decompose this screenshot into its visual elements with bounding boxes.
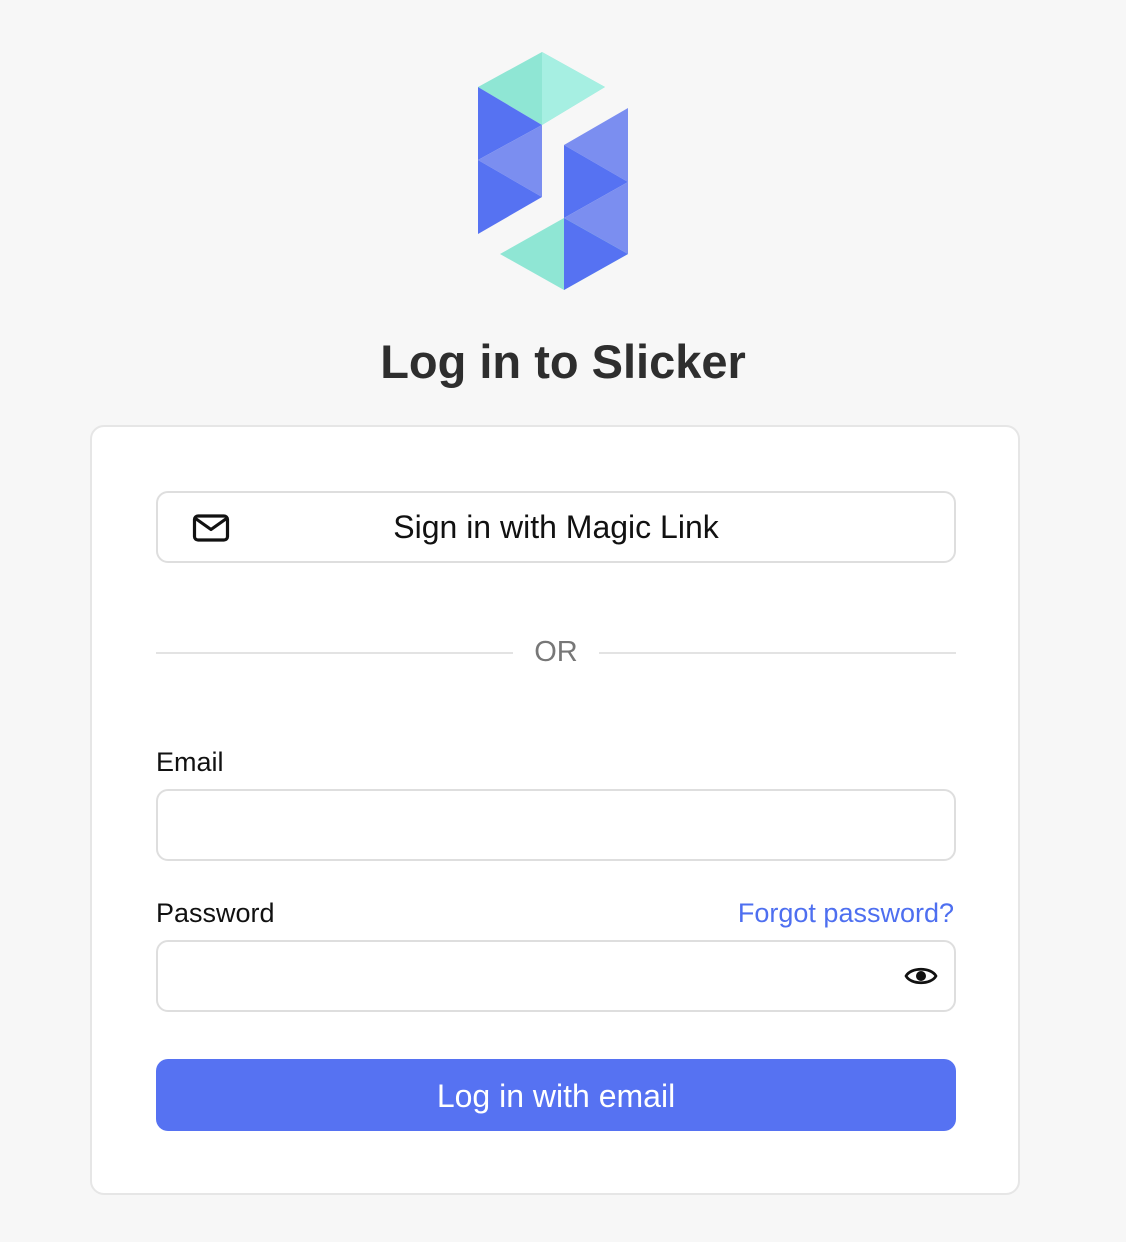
slicker-logo [478, 52, 628, 290]
email-label: Email [156, 747, 224, 777]
eye-icon[interactable] [904, 961, 938, 991]
password-label: Password [156, 898, 275, 928]
magic-link-button[interactable]: Sign in with Magic Link [156, 491, 956, 563]
password-input[interactable] [156, 940, 956, 1012]
page-title: Log in to Slicker [380, 335, 746, 388]
magic-link-label: Sign in with Magic Link [393, 509, 719, 545]
or-divider: OR [156, 632, 956, 672]
login-card: Sign in with Magic Link OR Email Passwor… [90, 425, 1020, 1195]
email-input[interactable] [156, 789, 956, 861]
divider-line-right [599, 652, 956, 654]
login-submit-button[interactable]: Log in with email [156, 1059, 956, 1131]
forgot-password-link[interactable]: Forgot password? [738, 895, 954, 931]
